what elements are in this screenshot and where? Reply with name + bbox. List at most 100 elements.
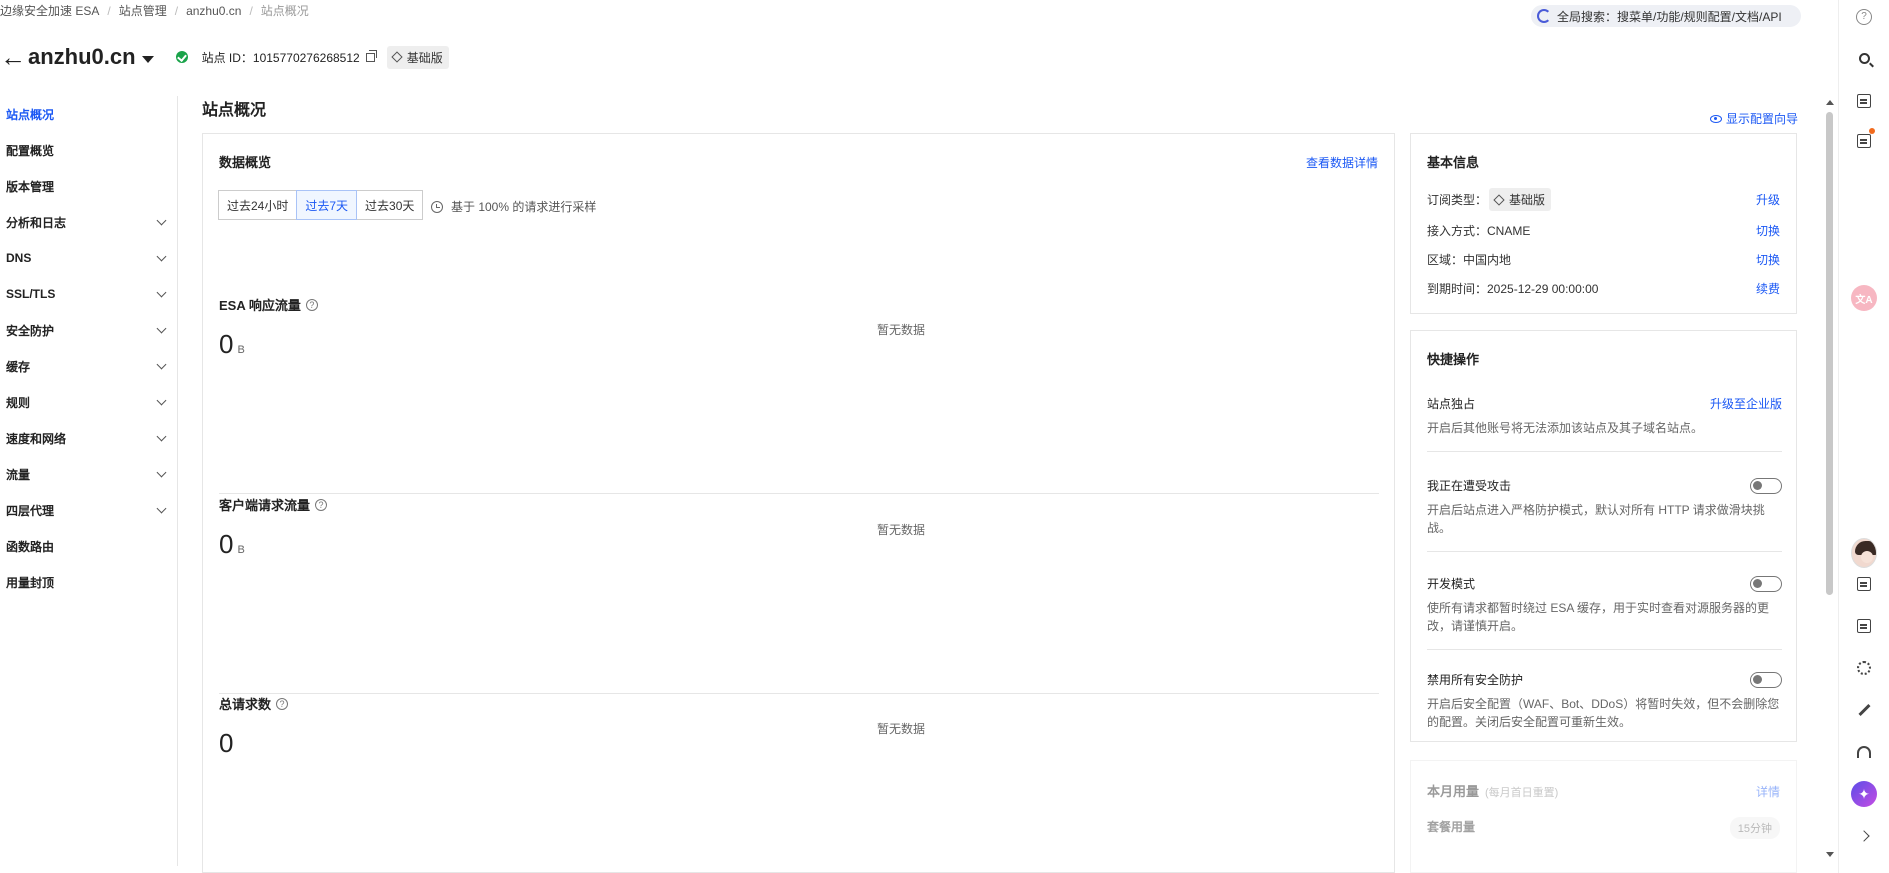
- sidebar-item-config-overview[interactable]: 配置概览: [0, 132, 177, 168]
- renew-link[interactable]: 续费: [1756, 280, 1780, 297]
- plan-badge: 基础版: [1489, 188, 1552, 211]
- quick-item-head: 禁用所有安全防护: [1427, 671, 1782, 688]
- expand-rail-button[interactable]: [1851, 823, 1877, 849]
- metric-value-number: 0: [219, 329, 234, 359]
- breadcrumb-esa[interactable]: 边缘安全加速 ESA: [0, 2, 99, 19]
- support-button[interactable]: [1851, 739, 1877, 765]
- sidebar-item-cache[interactable]: 缓存: [0, 348, 177, 384]
- sidebar-item-security[interactable]: 安全防护: [0, 312, 177, 348]
- sidebar-item-dns[interactable]: DNS: [0, 240, 177, 276]
- sidebar-item-label: 函数路由: [6, 539, 55, 554]
- sidebar-item-site-overview[interactable]: 站点概况: [0, 96, 177, 132]
- brand-logo-icon: ✦: [1851, 781, 1877, 807]
- scroll-down-arrow[interactable]: [1826, 852, 1834, 857]
- calendar-icon: [1857, 94, 1871, 108]
- edit-button[interactable]: [1851, 697, 1877, 723]
- translate-icon: 文A: [1851, 285, 1877, 311]
- breadcrumb: 边缘安全加速 ESA / 站点管理 / anzhu0.cn / 站点概况: [0, 2, 309, 19]
- code-button[interactable]: [1851, 613, 1877, 639]
- chevron-down-icon: [156, 359, 167, 369]
- back-arrow-icon[interactable]: ←: [0, 44, 26, 70]
- under-attack-toggle[interactable]: [1750, 477, 1782, 494]
- switch-access-link[interactable]: 切换: [1756, 222, 1780, 239]
- plan-badge: 基础版: [386, 45, 449, 69]
- sidebar-item-speed-network[interactable]: 速度和网络: [0, 420, 177, 456]
- sidebar-item-rules[interactable]: 规则: [0, 384, 177, 420]
- sidebar-item-label: 版本管理: [6, 179, 55, 194]
- metric-title: ESA 响应流量?: [219, 295, 318, 314]
- sidebar-item-label: 安全防护: [6, 323, 55, 338]
- sidebar-item-label: DNS: [6, 251, 32, 265]
- upgrade-link[interactable]: 升级: [1756, 191, 1780, 208]
- sidebar-item-function-routes[interactable]: 函数路由: [0, 528, 177, 564]
- translate-button[interactable]: 文A: [1851, 285, 1877, 311]
- diamond-icon: [391, 51, 403, 63]
- scroll-up-arrow[interactable]: [1826, 100, 1834, 105]
- copy-icon[interactable]: [365, 49, 377, 62]
- site-header: ← anzhu0.cn 站点 ID：1015770276268512 基础版: [0, 42, 449, 72]
- access-row: 接入方式：CNAME 切换: [1427, 222, 1780, 239]
- range-30d-button[interactable]: 过去30天: [356, 190, 424, 220]
- code-icon: [1857, 619, 1871, 633]
- global-search-box[interactable]: 全局搜索：搜菜单/功能/规则配置/文档/API: [1531, 5, 1801, 27]
- subscription-label-group: 订阅类型： 基础版: [1427, 188, 1552, 211]
- diamond-icon: [1493, 193, 1505, 206]
- site-name[interactable]: anzhu0.cn: [28, 44, 136, 70]
- assistant-avatar[interactable]: [1851, 538, 1877, 568]
- no-data-text: 暂无数据: [877, 722, 926, 736]
- view-data-details-link[interactable]: 查看数据详情: [1306, 154, 1378, 171]
- search-icon: [1858, 52, 1870, 64]
- search-button[interactable]: [1851, 45, 1877, 71]
- dev-mode-toggle[interactable]: [1750, 575, 1782, 592]
- breadcrumb-site[interactable]: anzhu0.cn: [186, 4, 241, 18]
- quick-item-under-attack: 我正在遭受攻击 开启后站点进入严格防护模式，默认对所有 HTTP 请求做滑块挑战…: [1427, 477, 1782, 552]
- chevron-down-icon[interactable]: [141, 55, 154, 63]
- metric-title-text: 总请求数: [219, 697, 272, 712]
- scrollbar-thumb[interactable]: [1826, 112, 1833, 595]
- usage-title-text: 本月用量: [1427, 784, 1480, 799]
- chevron-down-icon: [156, 395, 167, 405]
- help-icon[interactable]: ?: [305, 298, 318, 311]
- sidebar-item-traffic[interactable]: 流量: [0, 456, 177, 492]
- breadcrumb-site-management[interactable]: 站点管理: [119, 2, 167, 19]
- help-button[interactable]: ?: [1851, 4, 1877, 30]
- sidebar-item-l4-proxy[interactable]: 四层代理: [0, 492, 177, 528]
- range-7d-button[interactable]: 过去7天: [296, 190, 358, 220]
- page-title: 站点概况: [202, 102, 267, 119]
- document-button[interactable]: [1851, 128, 1877, 154]
- settings-button[interactable]: [1851, 655, 1877, 681]
- pen-icon: [1857, 703, 1871, 717]
- help-icon: ?: [1856, 9, 1872, 25]
- breadcrumb-separator: /: [249, 3, 253, 18]
- notes-button[interactable]: [1851, 571, 1877, 597]
- disable-security-toggle[interactable]: [1750, 671, 1782, 688]
- metric-unit: B: [237, 344, 245, 356]
- avatar: [1851, 538, 1877, 568]
- sidebar-item-ssl-tls[interactable]: SSL/TLS: [0, 276, 177, 312]
- range-24h-button[interactable]: 过去24小时: [218, 190, 298, 220]
- sidebar-item-label: 配置概览: [6, 143, 55, 158]
- help-icon[interactable]: ?: [276, 697, 289, 710]
- help-icon[interactable]: ?: [315, 498, 328, 511]
- calendar-button[interactable]: [1851, 88, 1877, 114]
- show-config-guide-link[interactable]: 显示配置向导: [1710, 110, 1798, 127]
- sidebar-item-usage-cap[interactable]: 用量封顶: [0, 564, 177, 600]
- sidebar-item-analytics-logs[interactable]: 分析和日志: [0, 204, 177, 240]
- chevron-down-icon: [156, 215, 167, 225]
- brand-app-button[interactable]: ✦: [1851, 781, 1877, 807]
- usage-detail-link[interactable]: 详情: [1756, 783, 1780, 800]
- notes-icon: [1857, 577, 1871, 591]
- chevron-down-icon: [156, 323, 167, 333]
- basic-info-card: 基本信息 订阅类型： 基础版 升级 接入方式：CNAME 切换 区域：中国内地 …: [1410, 133, 1797, 314]
- sidebar-item-version-management[interactable]: 版本管理: [0, 168, 177, 204]
- sidebar-item-label: 缓存: [6, 359, 31, 374]
- upgrade-enterprise-link[interactable]: 升级至企业版: [1710, 395, 1782, 412]
- right-rail: ? 文A ✦: [1838, 0, 1889, 873]
- quick-item-head: 站点独占 升级至企业版: [1427, 395, 1782, 412]
- divider: [1427, 551, 1782, 552]
- quick-item-desc: 使所有请求都暂时绕过 ESA 缓存，用于实时查看对源服务器的更改，请谨慎开启。: [1427, 601, 1770, 633]
- switch-region-link[interactable]: 切换: [1756, 251, 1780, 268]
- plan-badge-label: 基础版: [406, 50, 443, 65]
- metric-value-number: 0: [219, 728, 234, 758]
- sidebar-item-label: 规则: [6, 395, 31, 410]
